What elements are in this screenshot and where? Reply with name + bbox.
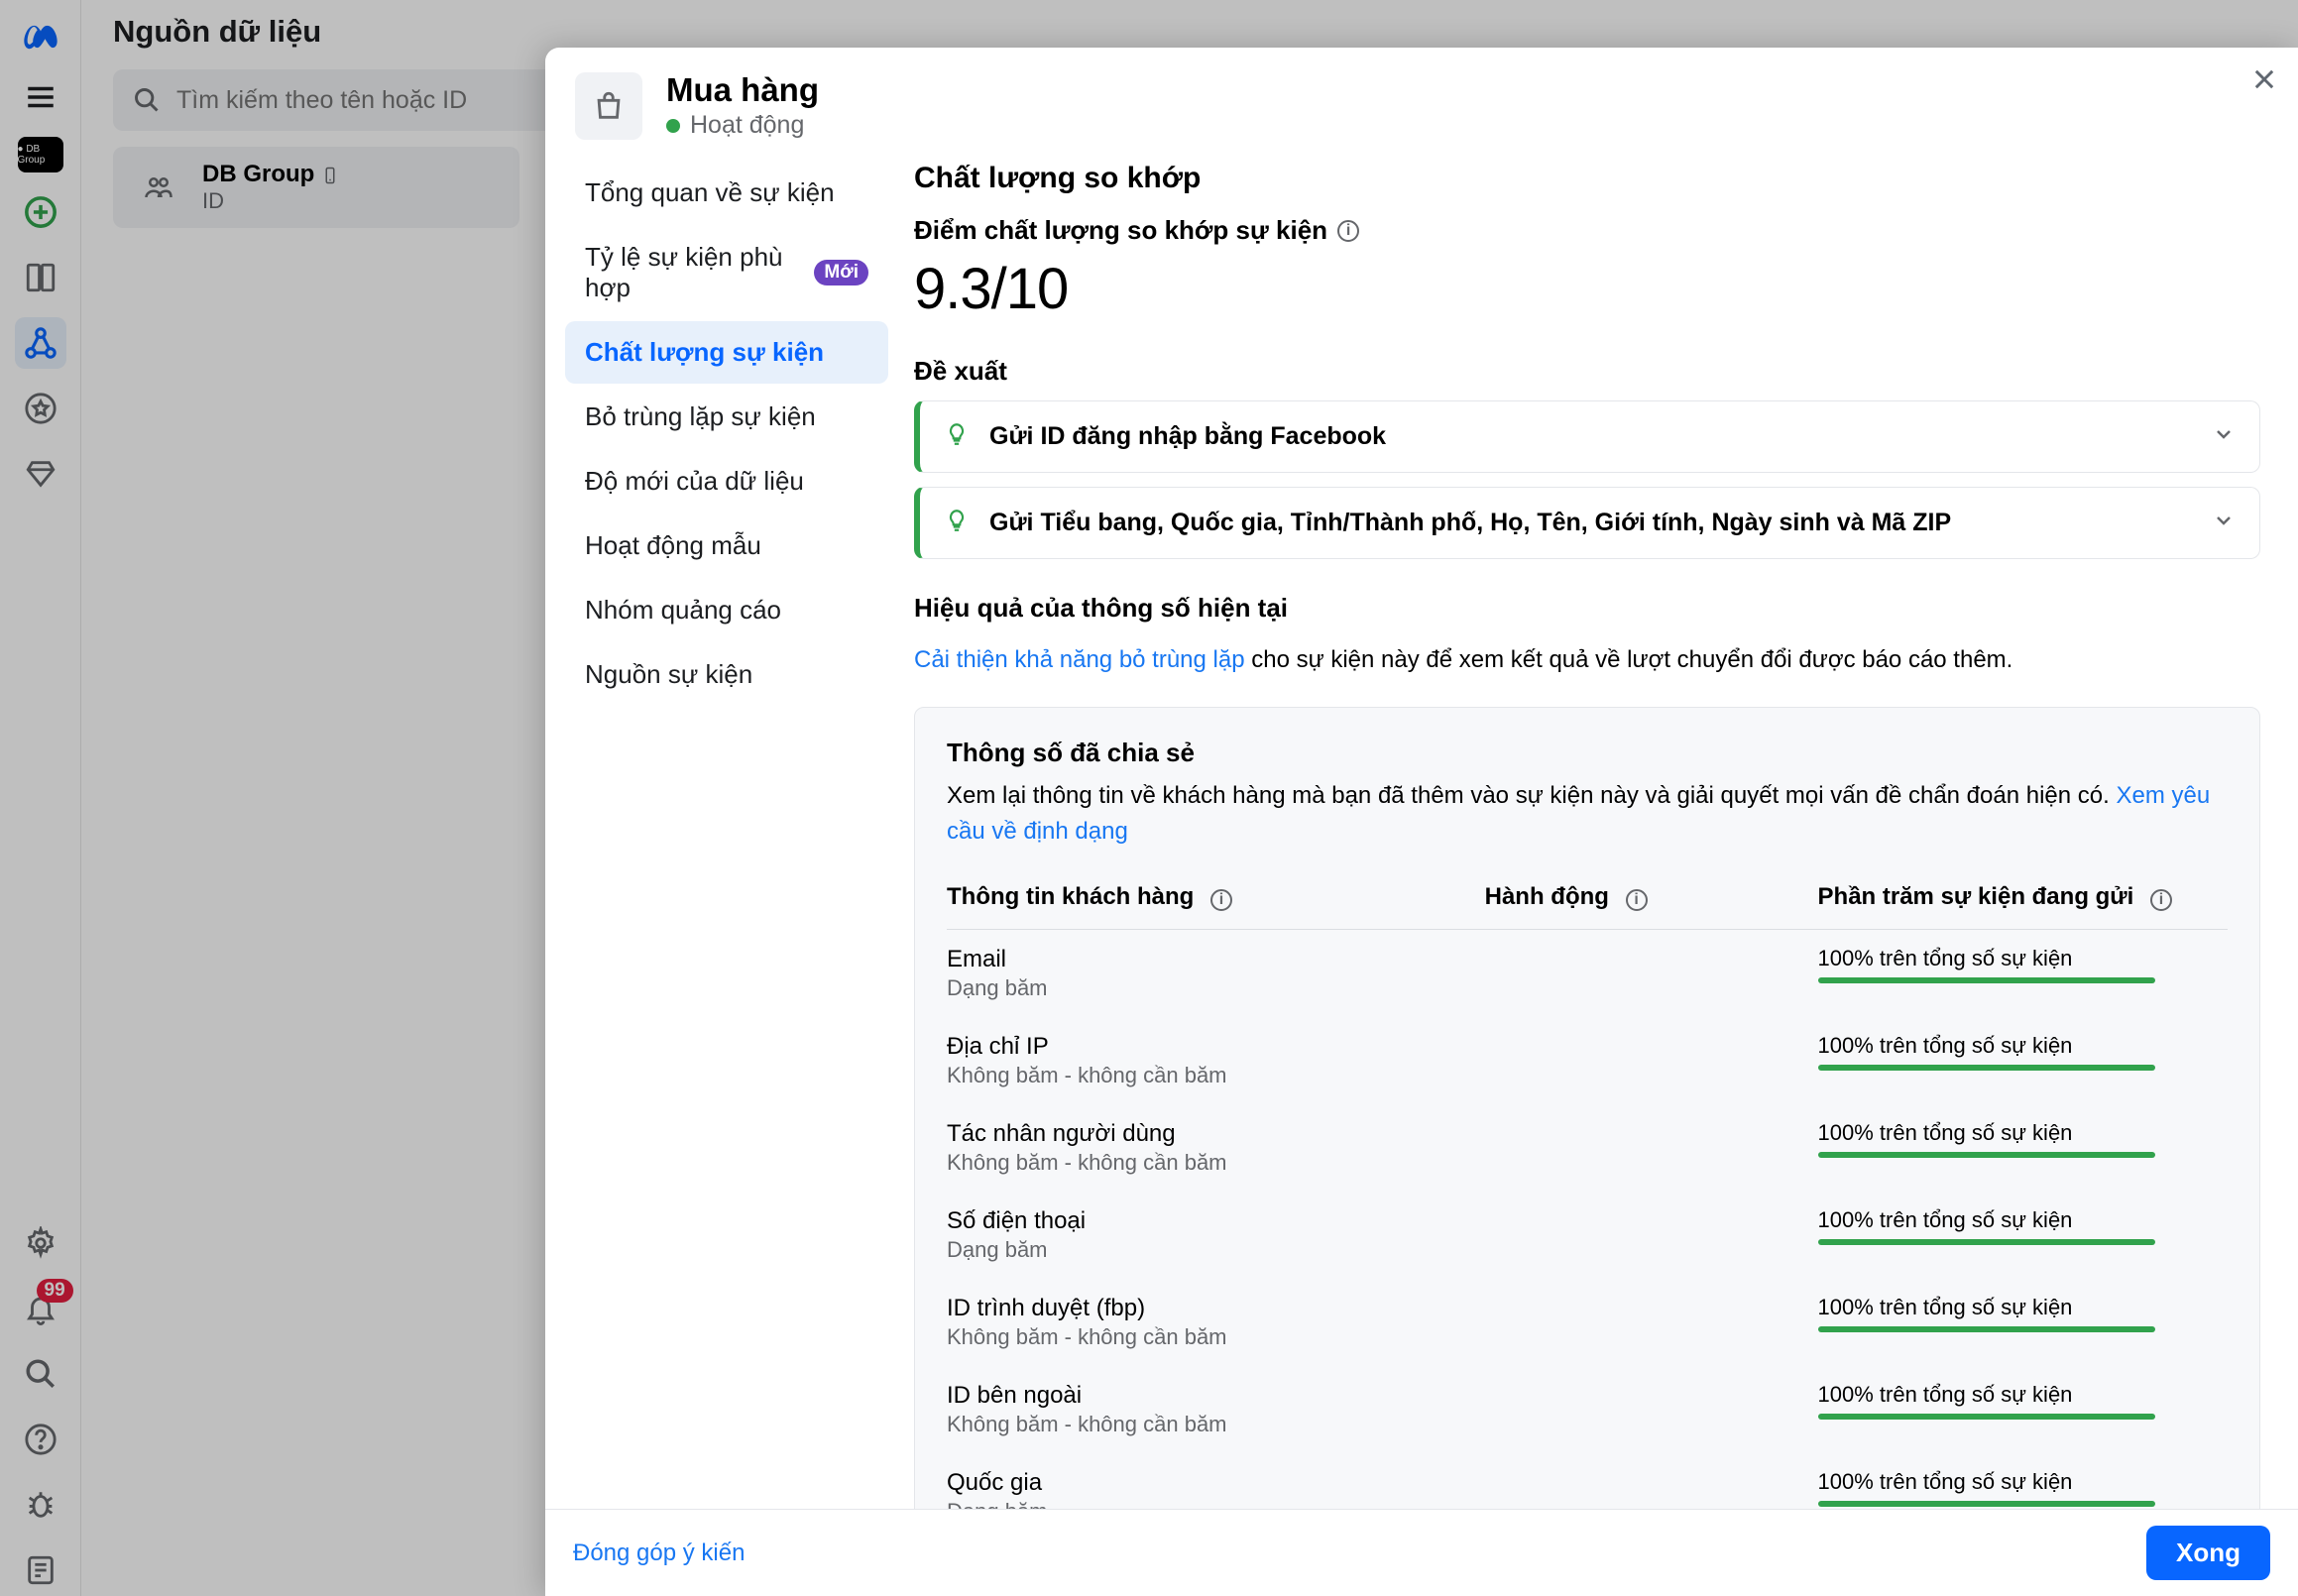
score-value: 9.3/10: [914, 256, 2260, 322]
nav-sample[interactable]: Hoạt động mẫu: [565, 514, 888, 577]
suggestion-label: Gửi Tiểu bang, Quốc gia, Tỉnh/Thành phố,…: [989, 509, 2212, 537]
table-row: Số điện thoạiDạng băm 100% trên tổng số s…: [947, 1192, 2228, 1279]
param-name: Địa chỉ IP: [947, 1033, 1485, 1061]
params-table: Thông tin khách hàng i Hành động i Phần …: [947, 883, 2228, 1509]
shopping-bag-icon: [575, 72, 642, 140]
shared-title: Thông số đã chia sẻ: [947, 738, 2228, 768]
new-pill: Mới: [814, 260, 868, 285]
info-icon[interactable]: i: [1337, 220, 1359, 242]
param-name: Tác nhân người dùng: [947, 1120, 1485, 1148]
nav-overview[interactable]: Tổng quan về sự kiện: [565, 162, 888, 224]
event-detail-modal: Mua hàng Hoạt động Tổng quan về sự kiện …: [545, 48, 2298, 1596]
chevron-down-icon: [2212, 509, 2236, 537]
nav-dedup[interactable]: Bỏ trùng lặp sự kiện: [565, 386, 888, 448]
done-button[interactable]: Xong: [2146, 1526, 2270, 1580]
pct-label: 100% trên tổng số sự kiện: [1818, 1033, 2228, 1059]
pct-label: 100% trên tổng số sự kiện: [1818, 1382, 2228, 1408]
progress-bar: [1818, 1065, 2155, 1071]
pct-label: 100% trên tổng số sự kiện: [1818, 1207, 2228, 1233]
param-sub: Không băm - không cần băm: [947, 1412, 1485, 1437]
nav-adgroups[interactable]: Nhóm quảng cáo: [565, 579, 888, 641]
suggestions-heading: Đề xuất: [914, 356, 2260, 387]
chevron-down-icon: [2212, 422, 2236, 451]
score-label: Điểm chất lượng so khớp sự kiện i: [914, 215, 2260, 246]
performance-heading: Hiệu quả của thông số hiện tại: [914, 593, 2260, 624]
col-customer-info: Thông tin khách hàng i: [947, 883, 1485, 930]
param-sub: Không băm - không cần băm: [947, 1150, 1485, 1176]
nav-freshness[interactable]: Độ mới của dữ liệu: [565, 450, 888, 513]
suggestion-label: Gửi ID đăng nhập bằng Facebook: [989, 422, 2212, 451]
col-action: Hành động i: [1485, 883, 1818, 930]
param-name: ID trình duyệt (fbp): [947, 1295, 1485, 1322]
table-row: ID trình duyệt (fbp)Không băm - không cầ…: [947, 1279, 2228, 1366]
pct-label: 100% trên tổng số sự kiện: [1818, 946, 2228, 971]
nav-event-quality[interactable]: Chất lượng sự kiện: [565, 321, 888, 384]
param-name: Quốc gia: [947, 1469, 1485, 1497]
close-icon: [2250, 65, 2278, 93]
progress-bar: [1818, 1414, 2155, 1420]
info-icon[interactable]: i: [1210, 889, 1232, 911]
param-sub: Dạng băm: [947, 1237, 1485, 1263]
suggestion-send-fields[interactable]: Gửi Tiểu bang, Quốc gia, Tỉnh/Thành phố,…: [914, 487, 2260, 559]
feedback-link[interactable]: Đóng góp ý kiến: [573, 1539, 745, 1567]
param-name: Số điện thoại: [947, 1207, 1485, 1235]
status-dot-icon: [666, 119, 680, 133]
info-icon[interactable]: i: [2150, 889, 2172, 911]
info-icon[interactable]: i: [1626, 889, 1648, 911]
modal-title: Mua hàng: [666, 71, 819, 109]
col-percent: Phần trăm sự kiện đang gửi i: [1818, 883, 2228, 930]
suggestion-fb-login-id[interactable]: Gửi ID đăng nhập bằng Facebook: [914, 400, 2260, 473]
lightbulb-icon: [944, 421, 970, 452]
param-name: Email: [947, 946, 1485, 973]
modal-side-nav: Tổng quan về sự kiện Tỷ lệ sự kiện phù h…: [545, 158, 890, 1509]
table-row: ID bên ngoàiKhông băm - không cần băm 100…: [947, 1366, 2228, 1453]
table-row: EmailDạng băm 100% trên tổng số sự kiện: [947, 929, 2228, 1017]
pct-label: 100% trên tổng số sự kiện: [1818, 1469, 2228, 1495]
pct-label: 100% trên tổng số sự kiện: [1818, 1120, 2228, 1146]
lightbulb-icon: [944, 508, 970, 538]
progress-bar: [1818, 1152, 2155, 1158]
close-button[interactable]: [2250, 65, 2278, 98]
nav-source[interactable]: Nguồn sự kiện: [565, 643, 888, 706]
performance-text: Cải thiện khả năng bỏ trùng lặp cho sự k…: [914, 643, 2260, 677]
table-row: Quốc gia Dạng băm 100% trên tổng số sự kiệ…: [947, 1453, 2228, 1509]
param-sub: Không băm - không cần băm: [947, 1063, 1485, 1088]
progress-bar: [1818, 1239, 2155, 1245]
param-sub: Không băm - không cần băm: [947, 1324, 1485, 1350]
param-sub: Dạng băm: [947, 1499, 1485, 1509]
shared-params-box: Thông số đã chia sẻ Xem lại thông tin về…: [914, 707, 2260, 1509]
nav-match-rate[interactable]: Tỷ lệ sự kiện phù hợp Mới: [565, 226, 888, 319]
param-name: ID bên ngoài: [947, 1382, 1485, 1410]
param-sub: Dạng băm: [947, 975, 1485, 1001]
modal-status: Hoạt động: [666, 111, 819, 140]
modal-content: Chất lượng so khớp Điểm chất lượng so kh…: [890, 158, 2298, 1509]
content-heading: Chất lượng so khớp: [914, 162, 2260, 195]
progress-bar: [1818, 1501, 2155, 1507]
table-row: Tác nhân người dùngKhông băm - không cần…: [947, 1104, 2228, 1192]
improve-dedup-link[interactable]: Cải thiện khả năng bỏ trùng lặp: [914, 646, 1245, 673]
table-row: Địa chỉ IPKhông băm - không cần băm 100% …: [947, 1017, 2228, 1104]
shared-desc: Xem lại thông tin về khách hàng mà bạn đ…: [947, 778, 2228, 850]
progress-bar: [1818, 1326, 2155, 1332]
modal-header: Mua hàng Hoạt động: [545, 48, 2298, 158]
pct-label: 100% trên tổng số sự kiện: [1818, 1295, 2228, 1320]
modal-footer: Đóng góp ý kiến Xong: [545, 1509, 2298, 1596]
progress-bar: [1818, 977, 2155, 983]
